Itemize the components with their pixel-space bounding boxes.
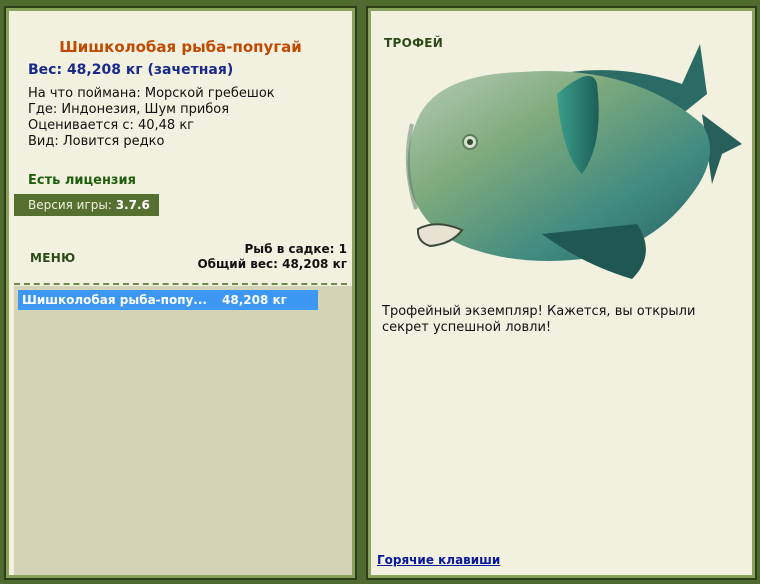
fish-detail-panel: ТРОФЕЙ Трофейный экземпляр! Кажется, вы … <box>366 6 757 580</box>
menu-button[interactable]: МЕНЮ <box>30 251 75 265</box>
version-label: Версия игры: <box>28 198 112 212</box>
catch-info-panel: Шишколобая рыба-попугай Вес: 48,208 кг (… <box>4 6 357 580</box>
catch-list-item[interactable]: Шишколобая рыба-попу... 48,208 кг <box>18 290 318 310</box>
trophy-label: ТРОФЕЙ <box>384 36 444 50</box>
fish-count: Рыб в садке: 1 <box>244 242 348 256</box>
catch-list: Шишколобая рыба-попу... 48,208 кг <box>14 286 352 575</box>
bumphead-parrotfish-image <box>405 44 742 279</box>
hotkeys-link[interactable]: Горячие клавиши <box>377 553 500 567</box>
keepnet-stats: Рыб в садке: 1 Общий вес: 48,208 кг <box>197 242 347 272</box>
version-value: 3.7.6 <box>115 198 150 212</box>
catch-item-name: Шишколобая рыба-попу... <box>22 293 207 307</box>
trophy-description: Трофейный экземпляр! Кажется, вы открыли… <box>382 304 696 335</box>
fish-weight: Вес: 48,208 кг (зачетная) <box>28 62 234 78</box>
game-version-badge: Версия игры: 3.7.6 <box>14 194 159 216</box>
location-info: Где: Индонезия, Шум прибоя <box>28 102 230 117</box>
catch-item-weight: 48,208 кг <box>222 293 287 307</box>
total-weight: Общий вес: 48,208 кг <box>197 257 347 271</box>
license-status: Есть лицензия <box>28 173 136 188</box>
kind-info: Вид: Ловится редко <box>28 134 165 149</box>
divider <box>14 283 347 285</box>
fish-title: Шишколобая рыба-попугай <box>59 38 302 56</box>
bait-info: На что поймана: Морской гребешок <box>28 86 275 101</box>
valued-from-info: Оценивается с: 40,48 кг <box>28 118 195 133</box>
